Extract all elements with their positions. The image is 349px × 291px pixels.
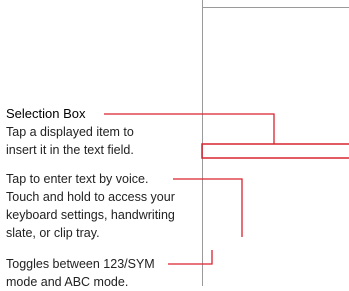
selection-box-highlight bbox=[202, 144, 349, 158]
callout-text-line: slate, or clip tray. bbox=[6, 224, 175, 242]
callout-line-mode-toggle bbox=[168, 250, 212, 264]
keyboard-callout-diagram: Selection Box Tap a displayed item to in… bbox=[0, 0, 349, 286]
device-outline bbox=[203, 0, 349, 286]
callout-text-line: Tap a displayed item to bbox=[6, 123, 134, 141]
callout-line-voice-key bbox=[173, 179, 242, 237]
callout-text-line: insert it in the text field. bbox=[6, 141, 134, 159]
callout-text-line: keyboard settings, handwriting bbox=[6, 206, 175, 224]
callout-text-line: Touch and hold to access your bbox=[6, 188, 175, 206]
callout-text-line: Toggles between 123/SYM bbox=[6, 255, 155, 273]
callout-title: Selection Box bbox=[6, 106, 86, 121]
callout-text-line: mode and ABC mode. bbox=[6, 273, 155, 291]
callout-selection-box: Selection Box Tap a displayed item to in… bbox=[6, 105, 134, 159]
callout-text-line: Tap to enter text by voice. bbox=[6, 170, 175, 188]
callout-voice-key: Tap to enter text by voice. Touch and ho… bbox=[6, 170, 175, 242]
